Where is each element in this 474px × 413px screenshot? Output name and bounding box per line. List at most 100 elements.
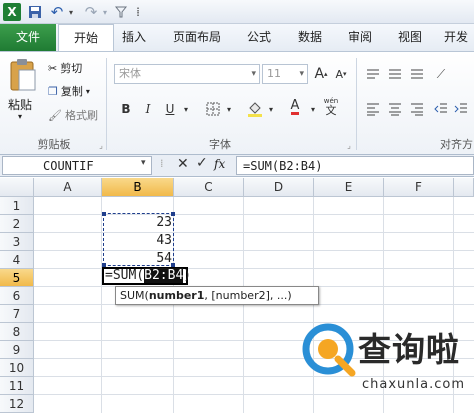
- cell-b5-editor[interactable]: =SUM(B2:B4): [102, 267, 191, 285]
- row-header[interactable]: 10: [0, 359, 34, 377]
- function-tooltip: SUM(number1, [number2], ...): [115, 286, 319, 305]
- align-left-icon[interactable]: [364, 100, 382, 118]
- decrease-indent-icon[interactable]: [432, 100, 450, 118]
- excel-icon[interactable]: X: [3, 3, 21, 21]
- resize-handle-icon[interactable]: ⁞: [160, 157, 164, 170]
- font-color-dropdown-icon[interactable]: ▾: [304, 100, 322, 118]
- format-painter-button[interactable]: 🖌 格式刷: [48, 107, 98, 123]
- select-all-corner[interactable]: [0, 178, 34, 197]
- watermark-url: chaxunla.com: [362, 377, 465, 392]
- copy-icon: ❐: [48, 84, 58, 98]
- tab-formulas[interactable]: 公式: [238, 24, 280, 51]
- align-right-icon[interactable]: [408, 100, 426, 118]
- range-marquee: [102, 212, 175, 267]
- row-header[interactable]: 6: [0, 287, 34, 305]
- chevron-down-icon: ▾: [251, 69, 256, 79]
- paste-label: 粘贴: [8, 98, 33, 112]
- row-header[interactable]: 8: [0, 323, 34, 341]
- watermark: 查询啦 chaxunla.com: [302, 321, 474, 413]
- column-header-e[interactable]: E: [314, 178, 384, 197]
- tab-review[interactable]: 审阅: [338, 24, 382, 51]
- tab-insert[interactable]: 插入: [112, 24, 156, 51]
- clipboard-launcher-icon[interactable]: ⌟: [92, 136, 110, 154]
- column-header-f[interactable]: F: [384, 178, 454, 197]
- row-header[interactable]: 9: [0, 341, 34, 359]
- customize-toolbar-icon[interactable]: ⁞: [132, 3, 144, 21]
- tab-developer[interactable]: 开发: [438, 24, 474, 51]
- save-icon[interactable]: [26, 3, 44, 21]
- align-bottom-icon[interactable]: [408, 65, 426, 83]
- column-header-a[interactable]: A: [34, 178, 102, 197]
- column-header-g[interactable]: [454, 178, 474, 197]
- gridline: [34, 214, 474, 215]
- align-top-icon[interactable]: [364, 65, 382, 83]
- sort-filter-icon[interactable]: [112, 3, 130, 21]
- redo-icon[interactable]: ↷: [82, 3, 100, 21]
- range-handle[interactable]: [102, 212, 106, 216]
- insert-function-icon[interactable]: fx: [214, 157, 225, 171]
- orientation-icon[interactable]: ⟋: [432, 65, 450, 83]
- formula-bar: COUNTIF ▾ ⁞ ✕ ✓ fx =SUM(B2:B4): [0, 155, 474, 177]
- column-header-d[interactable]: D: [244, 178, 314, 197]
- row-header[interactable]: 5: [0, 269, 34, 287]
- paste-icon: [10, 59, 36, 91]
- tab-view[interactable]: 视图: [388, 24, 432, 51]
- tab-data[interactable]: 数据: [288, 24, 332, 51]
- italic-button[interactable]: I: [139, 100, 157, 118]
- shrink-font-icon[interactable]: A ▾: [332, 65, 350, 83]
- gridline: [101, 197, 102, 413]
- range-handle[interactable]: [171, 212, 175, 216]
- gridline: [34, 232, 474, 233]
- font-size-field[interactable]: 11 ▾: [262, 64, 308, 84]
- row-header[interactable]: 11: [0, 377, 34, 395]
- gridline: [243, 197, 244, 413]
- paste-button[interactable]: 粘贴 ▾: [6, 58, 40, 122]
- row-header[interactable]: 1: [0, 197, 34, 215]
- tooltip-arg1[interactable]: number1: [149, 289, 205, 302]
- row-header[interactable]: 4: [0, 251, 34, 269]
- align-center-icon[interactable]: [386, 100, 404, 118]
- phonetic-icon[interactable]: wén 文: [322, 98, 340, 117]
- enter-check-icon[interactable]: ✓: [196, 155, 208, 171]
- align-middle-icon[interactable]: [386, 65, 404, 83]
- row-header[interactable]: 3: [0, 233, 34, 251]
- undo-dropdown-icon[interactable]: ▾: [66, 3, 76, 21]
- formula-input[interactable]: =SUM(B2:B4): [236, 156, 474, 175]
- column-header-b[interactable]: B: [102, 178, 174, 197]
- clipboard-group-label: 剪贴板: [37, 138, 71, 151]
- name-box[interactable]: COUNTIF: [2, 156, 152, 175]
- font-name-field[interactable]: 宋体 ▾: [114, 64, 260, 84]
- grow-font-icon[interactable]: A ▴: [312, 65, 330, 83]
- increase-indent-icon[interactable]: [452, 100, 470, 118]
- underline-dropdown-icon[interactable]: ▾: [177, 100, 195, 118]
- row-header[interactable]: 7: [0, 305, 34, 323]
- column-header-c[interactable]: C: [174, 178, 244, 197]
- alignment-group-label: 对齐方: [440, 138, 473, 151]
- copy-button[interactable]: ❐ 复制 ▾: [48, 83, 90, 99]
- paste-dropdown-icon: ▾: [18, 112, 23, 121]
- brush-icon: 🖌: [48, 108, 62, 122]
- ribbon: 粘贴 ▾ ✂ 剪切 ❐ 复制 ▾ 🖌 格式刷 剪贴板 ⌟ 宋体 ▾ 11 ▾ A ▴ A ▾…: [0, 51, 474, 155]
- group-divider: [106, 58, 107, 150]
- chevron-down-icon: ▾: [299, 69, 304, 79]
- group-divider: [356, 58, 357, 150]
- fill-dropdown-icon[interactable]: ▾: [262, 100, 280, 118]
- tab-page-layout[interactable]: 页面布局: [162, 24, 232, 51]
- row-header[interactable]: 12: [0, 395, 34, 413]
- cancel-icon[interactable]: ✕: [177, 156, 189, 172]
- undo-icon[interactable]: ↶: [48, 3, 66, 21]
- gridline: [34, 268, 474, 269]
- title-bar: X ↶ ▾ ↷ ▾ ⁞: [0, 0, 474, 24]
- gridline: [34, 250, 474, 251]
- bold-button[interactable]: B: [117, 100, 135, 118]
- tab-home[interactable]: 开始: [58, 24, 114, 53]
- row-header[interactable]: 2: [0, 215, 34, 233]
- cut-button[interactable]: ✂ 剪切: [48, 60, 82, 76]
- font-color-icon[interactable]: A: [286, 98, 304, 116]
- name-box-dropdown-icon[interactable]: ▾: [141, 158, 146, 168]
- scissors-icon: ✂: [48, 61, 58, 75]
- tab-file[interactable]: 文件: [0, 24, 56, 51]
- ribbon-tabs: 文件 开始 插入 页面布局 公式 数据 审阅 视图 开发: [0, 24, 474, 53]
- borders-dropdown-icon[interactable]: ▾: [220, 100, 238, 118]
- redo-dropdown-icon[interactable]: ▾: [100, 3, 110, 21]
